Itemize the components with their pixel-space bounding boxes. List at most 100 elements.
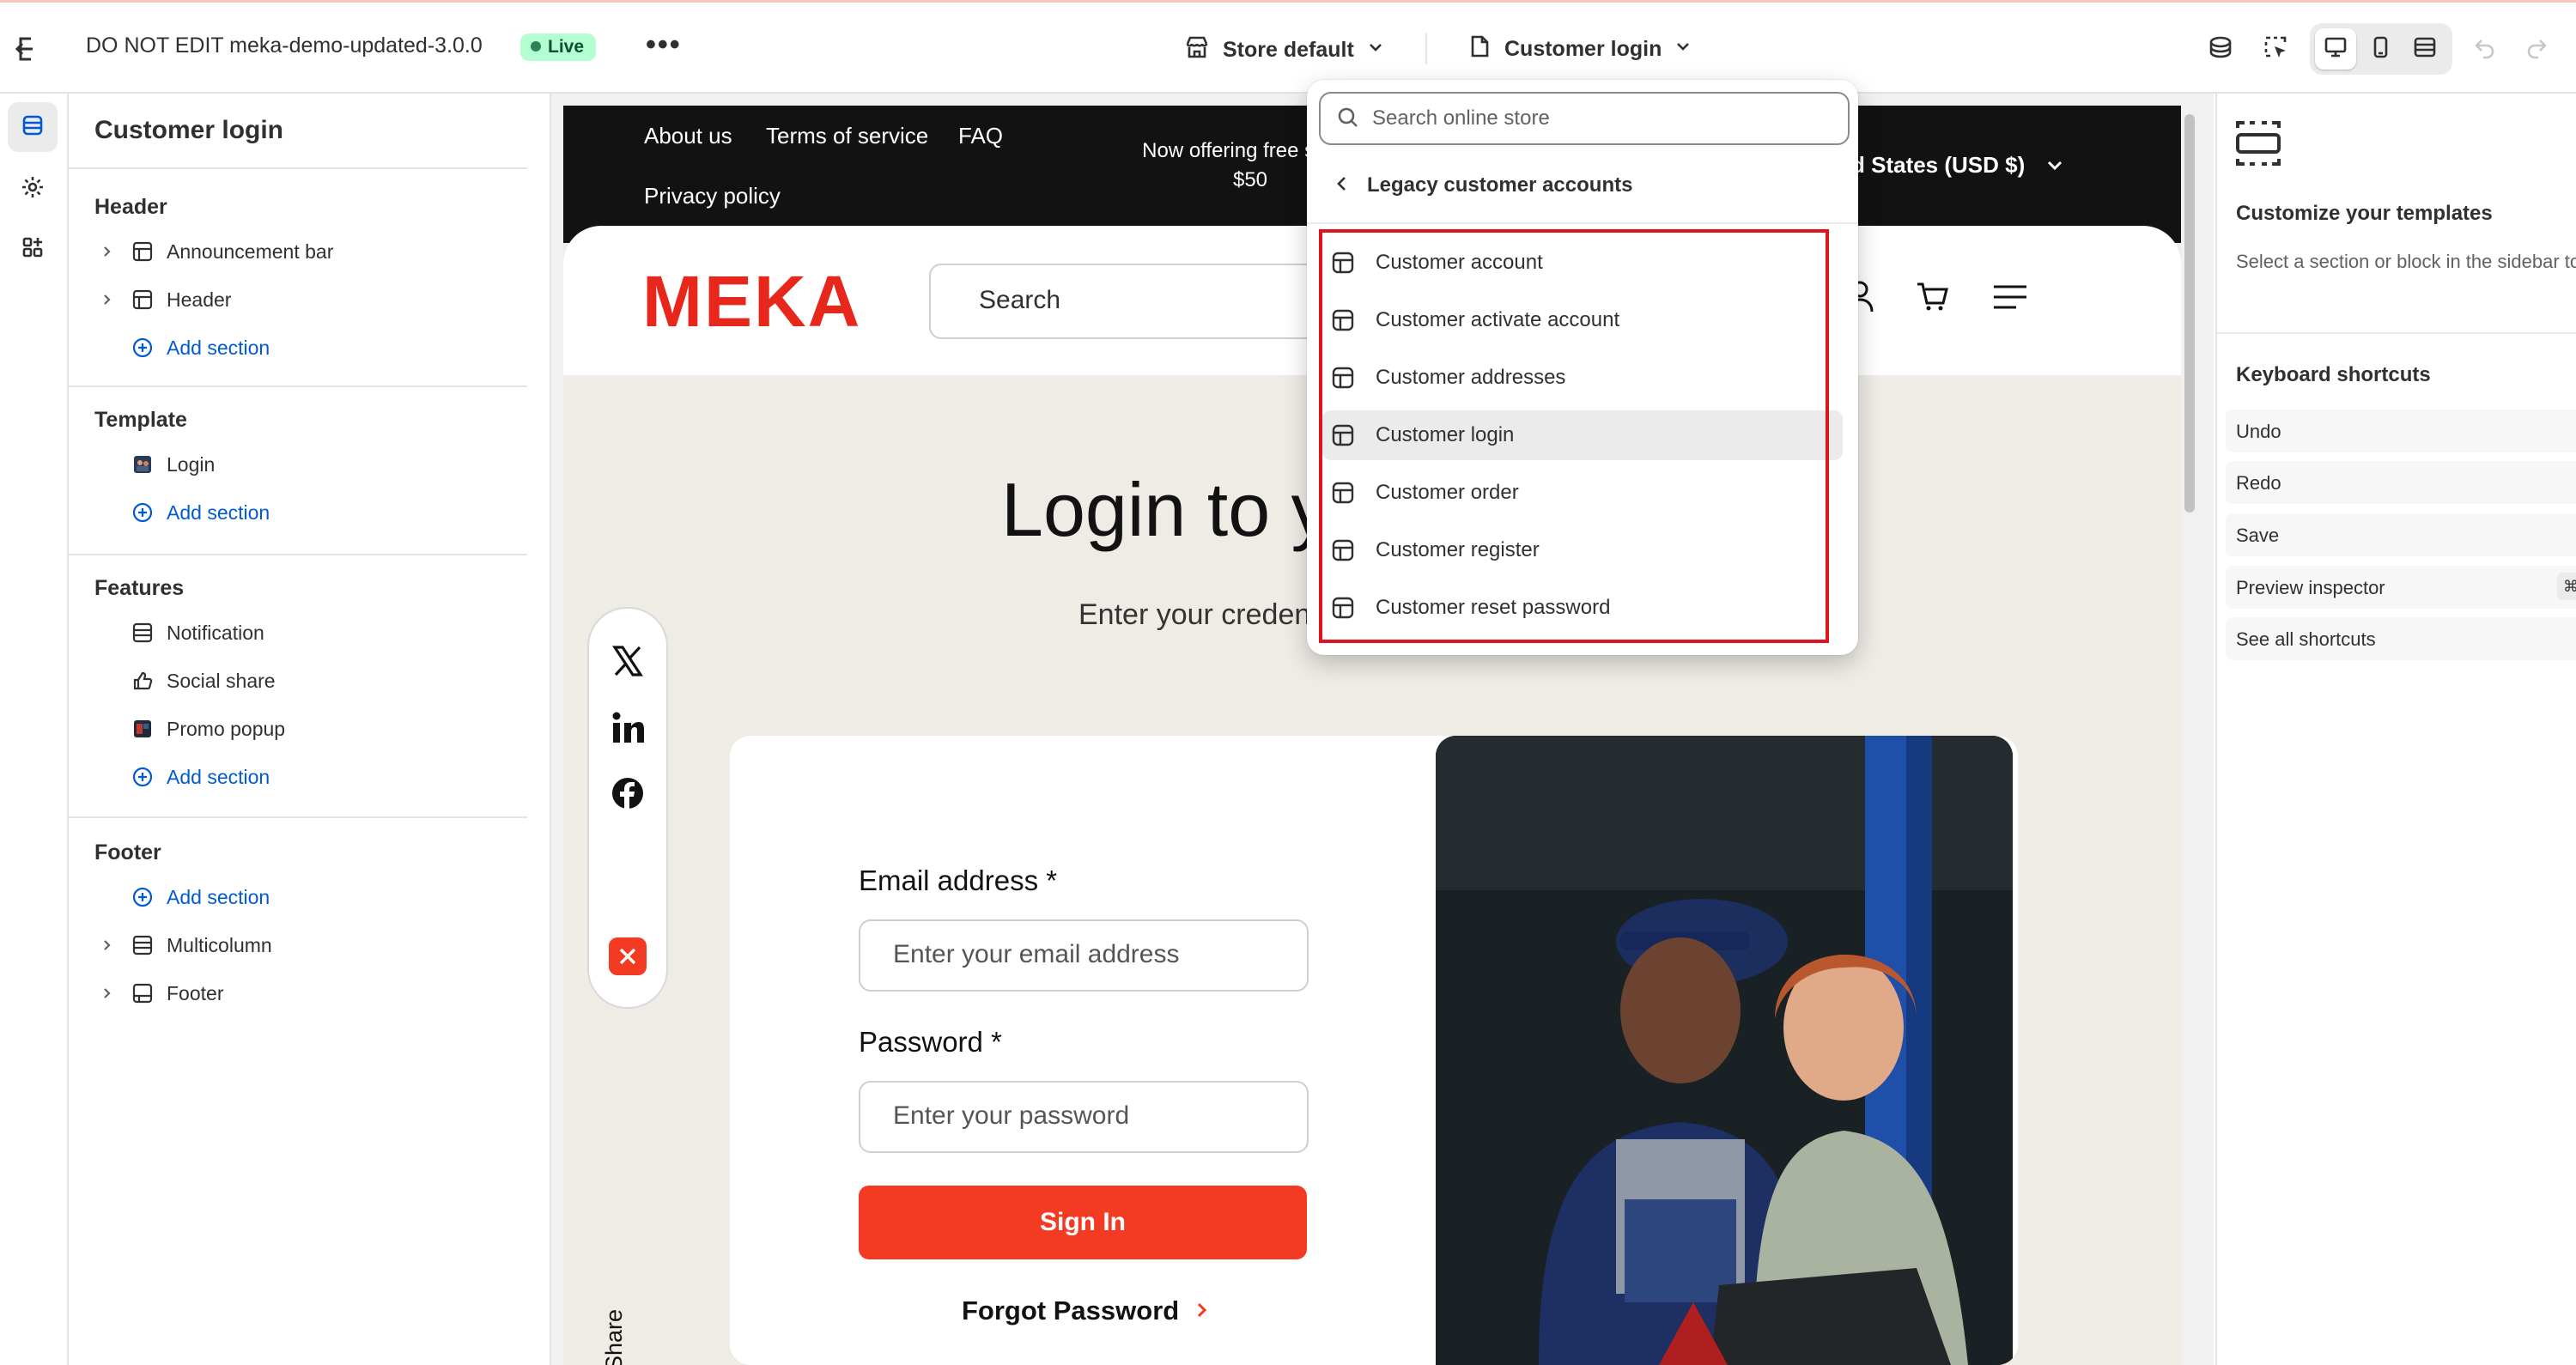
desktop-icon (2323, 34, 2348, 64)
chevron-right-icon[interactable] (94, 938, 120, 952)
add-section-label: Add section (167, 500, 270, 524)
sections-icon (20, 112, 46, 143)
section-footer[interactable]: Footer (94, 976, 223, 1010)
currency-label: d States (USD $) (1851, 152, 2026, 178)
add-section-label: Add section (167, 885, 270, 908)
menu-icon[interactable] (1992, 284, 2028, 314)
mechanics-photo (1436, 736, 2013, 1365)
template-selector[interactable]: Customer login (1467, 33, 1692, 65)
editor-topbar: DO NOT EDIT meka-demo-updated-3.0.0 Live… (0, 3, 2576, 94)
site-search-placeholder: Search (979, 286, 1061, 314)
template-option-customer-order[interactable]: Customer order (1322, 468, 1843, 518)
shortcut-label: Preview inspector (2236, 577, 2385, 598)
divider (69, 385, 527, 387)
plus-circle-icon (127, 886, 158, 908)
select-cursor-icon (2262, 33, 2289, 65)
linkedin-icon[interactable] (608, 708, 647, 748)
social-share-bar: Share (587, 607, 668, 1365)
page-title: Customer login (94, 116, 284, 144)
link-about-us[interactable]: About us (644, 123, 732, 149)
exit-icon[interactable] (12, 32, 46, 66)
apps-rail-button[interactable] (8, 224, 58, 274)
add-section-button[interactable]: Add section (94, 495, 270, 530)
shortcut-save: Save (2226, 513, 2576, 556)
redo-button[interactable] (2516, 25, 2557, 73)
login-thumbnail-icon (127, 453, 158, 476)
desktop-view-button[interactable] (2315, 28, 2356, 70)
shortcut-label: Undo (2236, 421, 2281, 442)
sections-rail-button[interactable] (8, 102, 58, 152)
chevron-down-icon (1674, 37, 1692, 62)
section-multicolumn[interactable]: Multicolumn (94, 928, 272, 962)
store-logo[interactable]: MEKA (642, 260, 861, 343)
see-all-shortcuts-link[interactable]: See all shortcuts (2226, 617, 2576, 660)
section-social-share[interactable]: Social share (94, 664, 276, 698)
app-embeds-button[interactable] (2196, 25, 2245, 73)
facebook-icon[interactable] (608, 774, 647, 813)
password-field[interactable]: Enter your password (859, 1081, 1309, 1153)
add-section-button[interactable]: Add section (94, 331, 270, 365)
link-terms-of-service[interactable]: Terms of service (766, 123, 928, 149)
link-faq[interactable]: FAQ (958, 123, 1003, 149)
template-option-customer-activate-account[interactable]: Customer activate account (1322, 295, 1843, 345)
shortcut-redo: Redo (2226, 461, 2576, 504)
section-notification[interactable]: Notification (94, 616, 264, 650)
fullscreen-view-button[interactable] (2404, 28, 2445, 70)
section-login[interactable]: Login (94, 447, 215, 482)
section-promo-popup[interactable]: Promo popup (94, 712, 285, 746)
chevron-right-icon[interactable] (94, 245, 120, 258)
database-icon (2207, 33, 2234, 65)
section-label: Notification (167, 621, 264, 644)
template-icon (1331, 423, 1357, 447)
plus-circle-icon (127, 501, 158, 524)
chevron-right-icon[interactable] (94, 293, 120, 306)
chevron-right-icon[interactable] (94, 986, 120, 1000)
shortcut-preview-inspector: Preview inspector ⌘ (2226, 566, 2576, 609)
link-privacy-policy[interactable]: Privacy policy (644, 183, 781, 209)
undo-button[interactable] (2464, 25, 2506, 73)
live-dot-icon (531, 41, 541, 52)
template-option-customer-login[interactable]: Customer login (1322, 410, 1843, 460)
group-heading-features: Features (94, 576, 185, 600)
section-announcement-bar[interactable]: Announcement bar (94, 234, 333, 269)
more-actions-button[interactable]: ••• (646, 28, 682, 62)
cart-icon[interactable] (1915, 279, 1949, 318)
gear-icon (20, 174, 46, 204)
section-label: Social share (167, 669, 276, 692)
right-panel: Customize your templates Select a sectio… (2215, 94, 2576, 1365)
preview-scrollbar[interactable] (2183, 106, 2196, 1359)
search-input[interactable]: Search online store (1319, 92, 1850, 145)
email-field[interactable]: Enter your email address (859, 919, 1309, 992)
template-option-customer-addresses[interactable]: Customer addresses (1322, 353, 1843, 403)
live-badge-label: Live (548, 37, 585, 57)
close-share-button[interactable] (608, 937, 647, 976)
back-button[interactable]: Legacy customer accounts (1319, 162, 1846, 209)
template-option-customer-register[interactable]: Customer register (1322, 525, 1843, 575)
add-section-button[interactable]: Add section (94, 880, 270, 914)
settings-rail-button[interactable] (8, 164, 58, 214)
template-option-customer-reset-password[interactable]: Customer reset password (1322, 583, 1843, 633)
currency-selector[interactable]: d States (USD $) (1851, 152, 2064, 179)
shortcut-label: Redo (2236, 472, 2281, 494)
login-card: Email address * Enter your email address… (730, 736, 2018, 1365)
store-selector[interactable]: Store default (1183, 33, 1385, 67)
add-section-button[interactable]: Add section (94, 760, 270, 794)
section-header[interactable]: Header (94, 282, 231, 317)
inspector-button[interactable] (2251, 25, 2300, 73)
panel-description: Select a section or block in the sidebar… (2236, 251, 2576, 272)
scrollbar-thumb[interactable] (2184, 114, 2195, 513)
left-rail (0, 94, 69, 1365)
divider (69, 167, 527, 169)
template-option-customer-account[interactable]: Customer account (1322, 238, 1843, 288)
option-label: Customer activate account (1376, 308, 1620, 331)
option-label: Customer order (1376, 481, 1519, 504)
sign-in-button[interactable]: Sign In (859, 1186, 1307, 1259)
search-placeholder: Search online store (1372, 106, 1550, 130)
login-heading: Login to y (1001, 467, 1329, 552)
mobile-view-button[interactable] (2360, 28, 2401, 70)
template-icon (1331, 251, 1357, 275)
option-label: Customer addresses (1376, 366, 1566, 389)
x-twitter-icon[interactable] (608, 641, 647, 681)
option-label: Customer account (1376, 251, 1543, 274)
forgot-password-link[interactable]: Forgot Password (962, 1295, 1210, 1326)
